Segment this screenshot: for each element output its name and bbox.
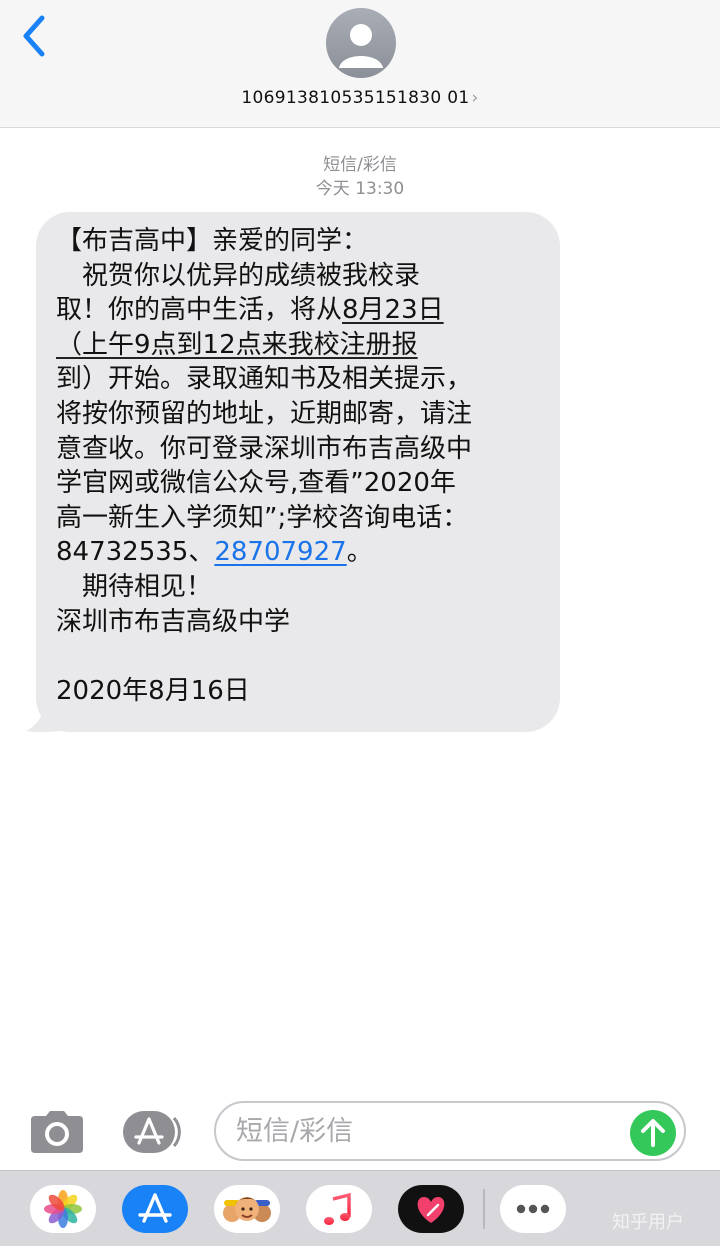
message-text-segment: 取！你的高中生活，将从 [56,295,343,326]
time-detected-link[interactable]: （上午9点到12点来我校注册报 [56,330,418,360]
message-line: 2020年8月16日 [56,675,250,706]
chevron-left-icon [23,15,45,57]
message-line: 意查收。你可登录深圳市布吉高级中 [56,433,473,464]
phone-number-text: 84732535、 [56,537,215,568]
message-line: 学官网或微信公众号,查看”2020年 [56,468,456,499]
app-store-app-button[interactable] [122,1185,188,1233]
person-icon [339,24,383,68]
message-input[interactable] [236,1113,626,1149]
contact-number: 106913810535151830 01 [241,88,470,108]
message-text-segment: 。 [346,537,373,568]
arrow-up-icon [641,1119,665,1147]
back-button[interactable] [14,12,54,60]
memoji-icon [223,1197,271,1222]
send-button[interactable] [630,1110,676,1156]
heart-icon [417,1197,445,1223]
message-line: 到）开始。录取通知书及相关提示， [56,364,473,395]
message-timestamp: 今天 13:30 [315,179,405,199]
photos-icon [44,1190,82,1228]
message-line: （上午9点到12点来我校注册报 [56,328,546,363]
more-icon [516,1204,550,1214]
app-store-button[interactable] [122,1110,184,1154]
message-line: 将按你预留的地址，近期邮寄，请注 [56,398,473,429]
message-line: 高一新生入学须知”;学校咨询电话： [56,502,469,533]
watermark-text: 知乎用户 [612,1212,684,1233]
message-line: 84732535、28707927。 [56,535,546,570]
contact-name[interactable]: 106913810535151830 01 › [0,88,720,108]
message-line: 取！你的高中生活，将从8月23日 [56,293,546,328]
message-type-label: 短信/彩信 [323,155,397,175]
camera-button[interactable] [30,1110,84,1154]
message-input-field[interactable] [214,1101,686,1161]
message-line: 期待相见！ [56,571,213,602]
digital-touch-app-button[interactable] [398,1185,464,1233]
phone-number-link[interactable]: 28707927 [214,537,346,567]
chevron-right-icon: › [471,88,479,108]
message-line: 深圳市布吉高级中学 [56,606,291,637]
app-store-icon [138,1193,172,1223]
message-text: 【布吉高中】亲爱的同学： 祝贺你以优异的成绩被我校录 取！你的高中生活，将从8月… [56,224,546,708]
message-line: 祝贺你以优异的成绩被我校录 [56,260,421,291]
more-apps-button[interactable] [500,1185,566,1233]
message-line: 【布吉高中】亲爱的同学： [56,226,369,256]
music-app-button[interactable] [306,1185,372,1233]
photos-app-button[interactable] [30,1185,96,1233]
date-detected-link[interactable]: 8月23日 [342,295,444,325]
contact-avatar[interactable] [326,8,396,78]
camera-icon [31,1111,83,1153]
memoji-app-button[interactable] [214,1185,280,1233]
app-store-icon [123,1111,181,1153]
navigation-header: 106913810535151830 01 › [0,0,720,128]
music-note-icon [324,1192,351,1225]
drawer-divider [483,1189,485,1229]
